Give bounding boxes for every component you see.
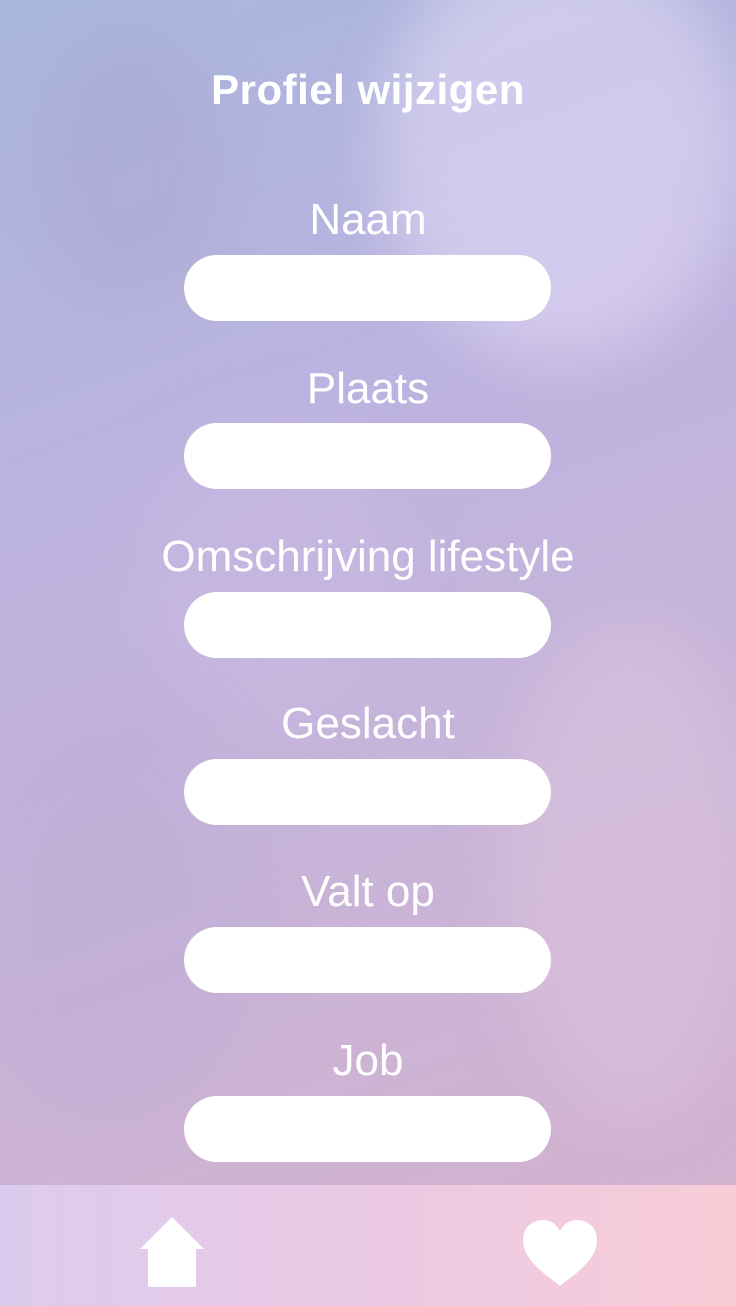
lifestyle-input[interactable]	[184, 592, 551, 658]
interested-in-input[interactable]	[184, 927, 551, 993]
place-label: Plaats	[306, 364, 430, 413]
home-icon[interactable]	[136, 1213, 208, 1289]
bottom-nav-bar	[0, 1185, 736, 1306]
interested-in-label: Valt op	[301, 867, 435, 916]
job-label: Job	[332, 1036, 404, 1085]
place-input[interactable]	[184, 423, 551, 489]
name-input[interactable]	[184, 255, 551, 321]
page-title: Profiel wijzigen	[211, 66, 525, 113]
gender-label: Geslacht	[281, 699, 455, 748]
name-label: Naam	[309, 195, 427, 244]
heart-icon[interactable]	[521, 1218, 599, 1288]
gender-input[interactable]	[184, 759, 551, 825]
job-input[interactable]	[184, 1096, 551, 1162]
lifestyle-label: Omschrijving lifestyle	[161, 532, 575, 581]
